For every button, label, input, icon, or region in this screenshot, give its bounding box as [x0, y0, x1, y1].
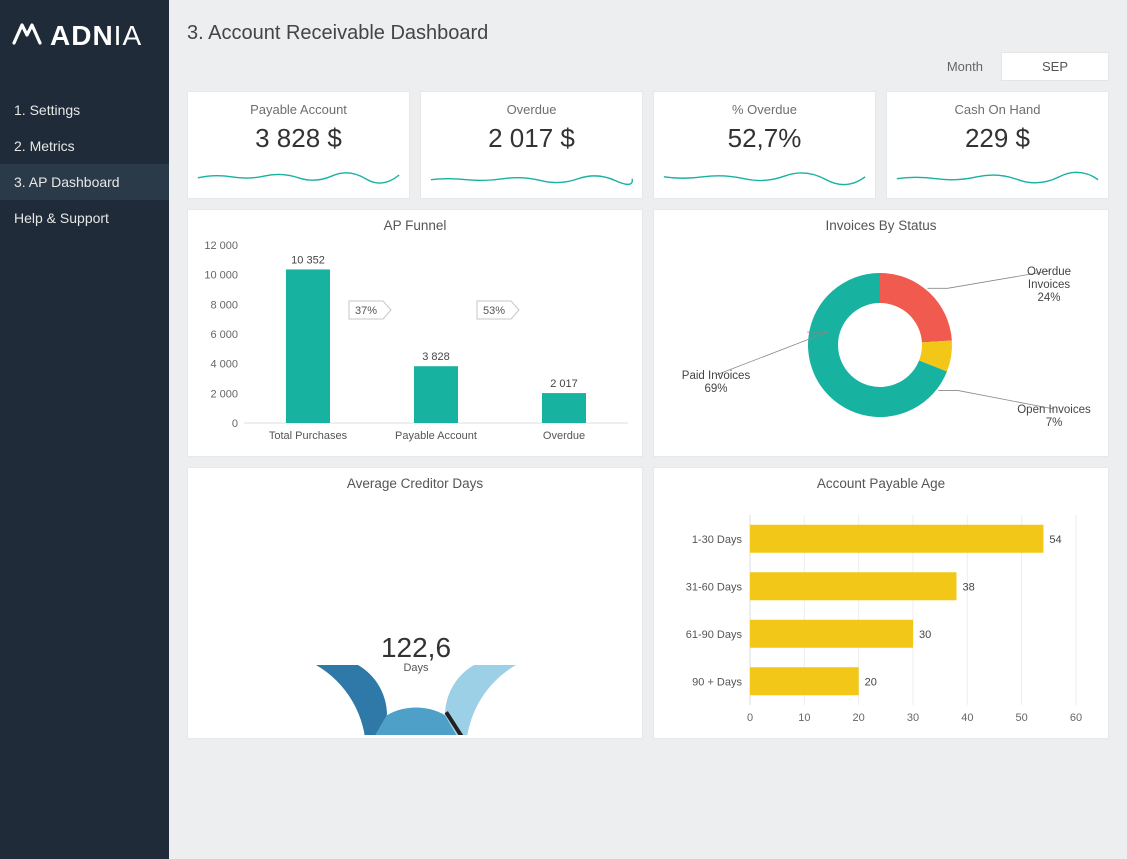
svg-text:10: 10: [798, 712, 810, 724]
svg-text:4 000: 4 000: [210, 359, 238, 371]
svg-text:1-30 Days: 1-30 Days: [692, 534, 743, 546]
svg-text:61-90 Days: 61-90 Days: [686, 629, 743, 641]
row-2: AP Funnel 0 2 000 4 000 6 000 8 000 10 000 12 …: [187, 209, 1109, 457]
svg-text:Invoices: Invoices: [1028, 279, 1070, 291]
kpi-cash-on-hand: Cash On Hand 229 $: [886, 91, 1109, 199]
svg-text:122,6: 122,6: [381, 632, 451, 663]
sparkline: [895, 160, 1100, 190]
panel-title: AP Funnel: [188, 210, 642, 237]
svg-text:0: 0: [747, 712, 753, 724]
svg-text:90 + Days: 90 + Days: [692, 676, 742, 688]
kpi-overdue: Overdue 2 017 $: [420, 91, 643, 199]
svg-text:20: 20: [865, 676, 877, 688]
kpi-value: 229 $: [965, 123, 1030, 154]
svg-text:7%: 7%: [1046, 417, 1063, 429]
kpi-value: 52,7%: [728, 123, 802, 154]
panel-invoices-by-status: Invoices By Status OverdueInvoices24% Ope…: [653, 209, 1109, 457]
svg-text:Overdue: Overdue: [543, 430, 585, 442]
svg-text:31-60 Days: 31-60 Days: [686, 581, 743, 593]
sparkline: [429, 160, 634, 190]
row-3: Average Creditor Days 122,6Days Account …: [187, 467, 1109, 739]
svg-text:69%: 69%: [704, 383, 727, 395]
kpi-title: Payable Account: [250, 102, 347, 117]
svg-text:50: 50: [1016, 712, 1028, 724]
svg-text:2 000: 2 000: [210, 388, 238, 400]
svg-text:Total Purchases: Total Purchases: [269, 430, 348, 442]
sparkline: [196, 160, 401, 190]
svg-text:2 017: 2 017: [550, 378, 578, 390]
svg-text:Open Invoices: Open Invoices: [1017, 404, 1091, 416]
header: 3. Account Receivable Dashboard Month SE…: [187, 22, 1109, 81]
svg-text:10 352: 10 352: [291, 254, 325, 266]
svg-text:0: 0: [232, 418, 238, 430]
svg-text:30: 30: [907, 712, 919, 724]
month-picker: Month SEP: [947, 52, 1109, 81]
panel-title: Average Creditor Days: [188, 468, 642, 495]
kpi-payable-account: Payable Account 3 828 $: [187, 91, 410, 199]
kpi-value: 3 828 $: [255, 123, 342, 154]
ap-funnel-chart: 0 2 000 4 000 6 000 8 000 10 000 12 000 10 352 T…: [188, 237, 644, 453]
svg-text:30: 30: [919, 629, 931, 641]
panel-average-creditor-days: Average Creditor Days 122,6Days: [187, 467, 643, 739]
sparkline: [662, 160, 867, 190]
month-select[interactable]: SEP: [1001, 52, 1109, 81]
brand-logo: ADNIA: [0, 0, 169, 92]
page-title: 3. Account Receivable Dashboard: [187, 22, 488, 45]
month-label: Month: [947, 59, 983, 74]
svg-text:54: 54: [1049, 534, 1061, 546]
average-creditor-days-chart: 122,6Days: [188, 495, 644, 735]
kpi-row: Payable Account 3 828 $ Overdue 2 017 $ …: [187, 91, 1109, 199]
panel-title: Invoices By Status: [654, 210, 1108, 237]
svg-text:38: 38: [962, 581, 974, 593]
sidebar-item-ap-dashboard[interactable]: 3. AP Dashboard: [0, 164, 169, 200]
svg-text:60: 60: [1070, 712, 1082, 724]
kpi-title: Cash On Hand: [955, 102, 1041, 117]
brand-mark-icon: [12, 20, 42, 52]
svg-text:40: 40: [961, 712, 973, 724]
svg-text:Overdue: Overdue: [1027, 266, 1071, 278]
svg-text:37%: 37%: [355, 305, 377, 317]
panel-ap-funnel: AP Funnel 0 2 000 4 000 6 000 8 000 10 000 12 …: [187, 209, 643, 457]
svg-text:Payable Account: Payable Account: [395, 430, 477, 442]
svg-text:Days: Days: [403, 662, 429, 674]
svg-text:8 000: 8 000: [210, 299, 238, 311]
kpi-pct-overdue: % Overdue 52,7%: [653, 91, 876, 199]
svg-text:Paid Invoices: Paid Invoices: [682, 370, 751, 382]
kpi-title: Overdue: [507, 102, 557, 117]
svg-text:20: 20: [853, 712, 865, 724]
svg-text:3 828: 3 828: [422, 351, 450, 363]
svg-text:24%: 24%: [1037, 292, 1060, 304]
panel-account-payable-age: Account Payable Age 0 10 20 30 40 50 60 1-30 Da…: [653, 467, 1109, 739]
sidebar-item-metrics[interactable]: 2. Metrics: [0, 128, 169, 164]
sidebar: ADNIA 1. Settings 2. Metrics 3. AP Dashb…: [0, 0, 169, 859]
kpi-title: % Overdue: [732, 102, 797, 117]
svg-text:53%: 53%: [483, 305, 505, 317]
svg-text:12 000: 12 000: [204, 240, 238, 252]
svg-text:6 000: 6 000: [210, 329, 238, 341]
sidebar-item-settings[interactable]: 1. Settings: [0, 92, 169, 128]
brand-name: ADNIA: [50, 20, 142, 52]
account-payable-age-chart: 0 10 20 30 40 50 60 1-30 Days 54 31-60 Days 38 61-9…: [654, 495, 1106, 735]
svg-text:10 000: 10 000: [204, 270, 238, 282]
invoices-by-status-chart: OverdueInvoices24% Open Invoices7% Paid In…: [654, 237, 1106, 453]
kpi-value: 2 017 $: [488, 123, 575, 154]
sidebar-item-help-support[interactable]: Help & Support: [0, 200, 169, 236]
panel-title: Account Payable Age: [654, 468, 1108, 495]
main: 3. Account Receivable Dashboard Month SE…: [169, 0, 1127, 859]
